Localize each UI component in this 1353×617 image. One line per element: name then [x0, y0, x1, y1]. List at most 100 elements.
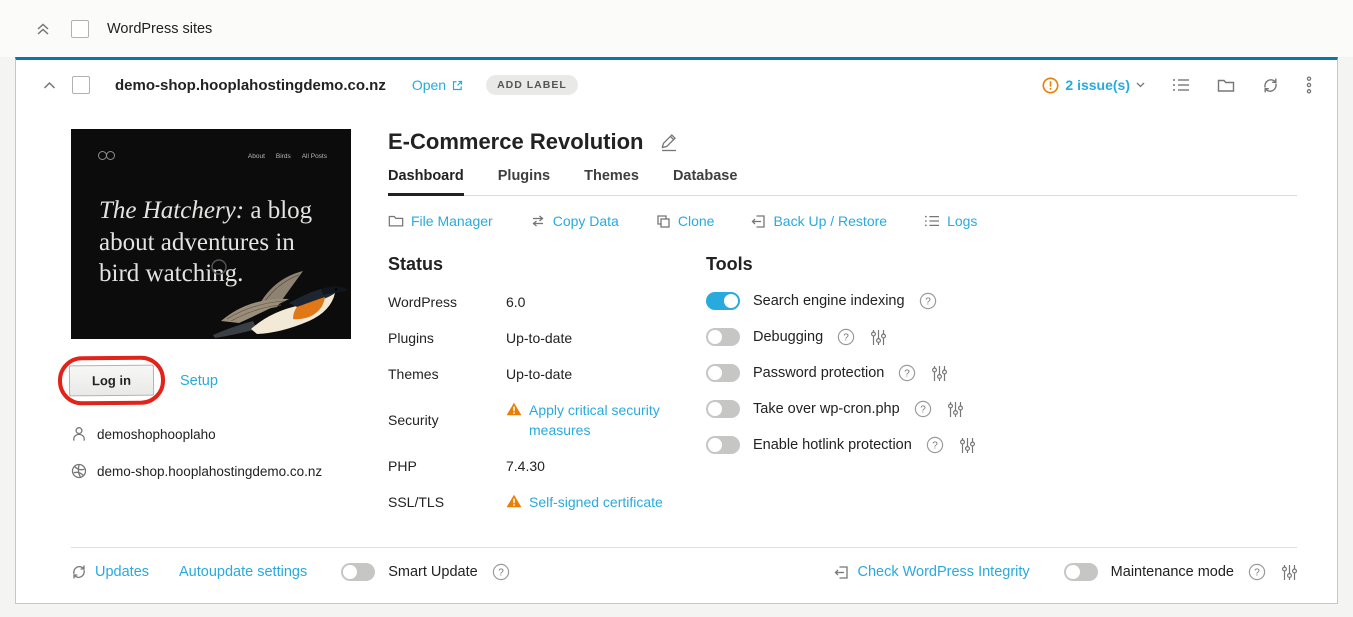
tab-database[interactable]: Database: [673, 168, 737, 195]
status-row-php: PHP 7.4.30: [388, 456, 706, 476]
help-icon[interactable]: ?: [914, 400, 932, 418]
status-label: SSL/TLS: [388, 494, 445, 510]
status-row-security: Security Apply critical security measure…: [388, 400, 706, 440]
tool-label: Search engine indexing: [753, 293, 905, 309]
backup-restore-label: Back Up / Restore: [773, 213, 888, 229]
card-footer: Updates Autoupdate settings Smart Update…: [16, 547, 1337, 603]
status-row-plugins: Plugins Up-to-date: [388, 328, 706, 348]
svg-text:?: ?: [498, 568, 504, 579]
status-row-wordpress: WordPress 6.0: [388, 292, 706, 312]
svg-text:?: ?: [843, 333, 849, 344]
file-manager-label: File Manager: [411, 213, 493, 229]
hotlink-protection-toggle[interactable]: [706, 436, 740, 454]
preview-nav-item: About: [247, 153, 265, 160]
tool-label: Password protection: [753, 365, 885, 381]
file-manager-link[interactable]: File Manager: [388, 213, 493, 229]
check-integrity-link[interactable]: Check WordPress Integrity: [834, 564, 1030, 580]
settings-sliders-icon[interactable]: [959, 437, 975, 454]
wp-cron-toggle[interactable]: [706, 400, 740, 418]
copy-data-icon: [530, 214, 546, 228]
tool-label: Enable hotlink protection: [753, 437, 912, 453]
status-label: Plugins: [388, 330, 434, 346]
status-heading: Status: [388, 254, 444, 274]
tool-row-password-protection: Password protection ?: [706, 364, 1297, 382]
clone-icon: [656, 214, 671, 229]
annotation-red-circle: Log in: [57, 355, 166, 406]
card-header-actions: 2 issue(s): [1042, 76, 1312, 94]
details-list-icon[interactable]: [1172, 77, 1190, 93]
copy-data-link[interactable]: Copy Data: [530, 213, 619, 229]
group-checkbox[interactable]: [71, 19, 89, 38]
tools-section: Tools Search engine indexing ? Debugging…: [706, 254, 1297, 528]
tab-dashboard[interactable]: Dashboard: [388, 168, 464, 196]
tool-label: Debugging: [753, 329, 824, 345]
apply-security-link[interactable]: Apply critical security measures: [529, 400, 699, 440]
issue-warning-icon: [1042, 77, 1059, 94]
status-value: Up-to-date: [506, 366, 573, 382]
maintenance-mode-toggle[interactable]: [1063, 563, 1098, 581]
card-body: About Birds All Posts The Hatchery: a bl…: [16, 103, 1337, 547]
tool-row-debugging: Debugging ?: [706, 328, 1297, 346]
clone-link[interactable]: Clone: [656, 213, 715, 229]
clone-label: Clone: [677, 213, 715, 229]
settings-sliders-icon[interactable]: [932, 365, 948, 382]
status-tools-columns: Status WordPress 6.0 Plugins Up-to-date …: [388, 254, 1297, 528]
help-icon[interactable]: ?: [898, 364, 916, 382]
site-url-row: demo-shop.hooplahostingdemo.co.nz: [71, 463, 351, 479]
site-url: demo-shop.hooplahostingdemo.co.nz: [97, 463, 323, 479]
maintenance-mode-label: Maintenance mode: [1110, 564, 1234, 580]
self-signed-cert-link[interactable]: Self-signed certificate: [529, 492, 663, 512]
collapse-card-icon[interactable]: [43, 81, 56, 90]
settings-sliders-icon[interactable]: [947, 401, 963, 418]
add-label-button[interactable]: ADD LABEL: [486, 75, 578, 95]
setup-link[interactable]: Setup: [180, 373, 218, 389]
search-indexing-toggle[interactable]: [706, 292, 740, 310]
debugging-toggle[interactable]: [706, 328, 740, 346]
collapse-all-icon[interactable]: [36, 21, 50, 37]
backup-restore-link[interactable]: Back Up / Restore: [751, 213, 887, 229]
kebab-menu-icon[interactable]: [1306, 76, 1312, 94]
refresh-icon[interactable]: [1262, 77, 1279, 94]
site-title-row: E-Commerce Revolution: [388, 129, 1297, 155]
group-header: WordPress sites: [0, 0, 1353, 57]
password-protection-toggle[interactable]: [706, 364, 740, 382]
tab-themes[interactable]: Themes: [584, 168, 639, 195]
tab-plugins[interactable]: Plugins: [498, 168, 550, 195]
preview-nav-item: All Posts: [301, 153, 327, 160]
status-value: 6.0: [506, 294, 526, 310]
logs-link[interactable]: Logs: [924, 213, 977, 229]
help-icon[interactable]: ?: [492, 563, 510, 581]
updates-link[interactable]: Updates: [71, 564, 149, 580]
site-checkbox[interactable]: [72, 76, 90, 94]
edit-pencil-icon[interactable]: [659, 133, 679, 152]
logs-icon: [924, 214, 940, 228]
folder-icon[interactable]: [1217, 78, 1235, 93]
person-icon: [71, 426, 87, 442]
group-title: WordPress sites: [107, 20, 213, 37]
external-link-icon: [451, 79, 464, 92]
preview-logo-icon: [98, 151, 115, 160]
status-label: WordPress: [388, 294, 457, 310]
issues-dropdown[interactable]: 2 issue(s): [1042, 77, 1145, 94]
svg-text:?: ?: [932, 441, 938, 452]
smart-update-label: Smart Update: [388, 564, 478, 580]
help-icon[interactable]: ?: [837, 328, 855, 346]
site-domain: demo-shop.hooplahostingdemo.co.nz: [115, 76, 386, 94]
logs-label: Logs: [947, 213, 978, 229]
status-row-ssl: SSL/TLS Self-signed certificate: [388, 492, 706, 512]
security-warning: Apply critical security measures: [506, 400, 699, 440]
admin-user-row: demoshophooplaho: [71, 426, 351, 442]
open-site-link[interactable]: Open: [412, 77, 464, 93]
help-icon[interactable]: ?: [1248, 563, 1266, 581]
smart-update-toggle[interactable]: [341, 563, 376, 581]
site-title: E-Commerce Revolution: [388, 129, 644, 154]
help-icon[interactable]: ?: [919, 292, 937, 310]
quick-actions: File Manager Copy Data Clone Back Up / R…: [388, 213, 1297, 229]
svg-text:?: ?: [920, 405, 926, 416]
log-in-button[interactable]: Log in: [68, 364, 155, 397]
help-icon[interactable]: ?: [926, 436, 944, 454]
status-label: PHP: [388, 458, 417, 474]
settings-sliders-icon[interactable]: [1282, 564, 1297, 581]
autoupdate-settings-link[interactable]: Autoupdate settings: [179, 564, 307, 580]
settings-sliders-icon[interactable]: [871, 329, 887, 346]
